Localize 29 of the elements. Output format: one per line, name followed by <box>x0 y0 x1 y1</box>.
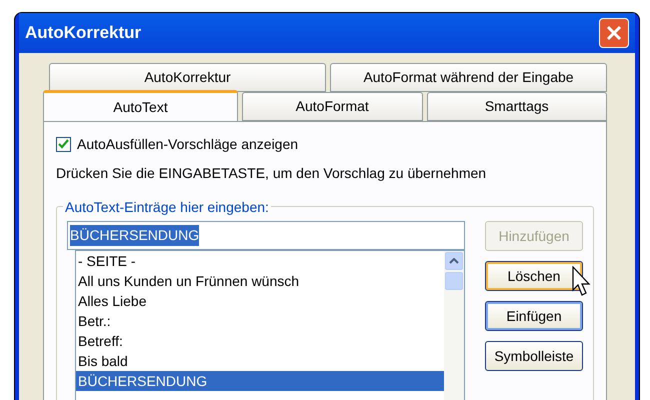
mouse-cursor-icon <box>572 266 592 298</box>
hint-text: Drücken Sie die EINGABETASTE, um den Vorschlag zu übernehmen <box>56 164 488 183</box>
tab[interactable]: AutoKorrektur <box>49 63 326 92</box>
list-item[interactable]: Alles Liebe <box>76 291 444 311</box>
tab[interactable]: AutoText <box>43 90 238 121</box>
list-item[interactable]: Betr.: <box>76 311 444 331</box>
scroll-up-button[interactable] <box>445 252 463 270</box>
tab[interactable]: AutoFormat <box>242 92 422 121</box>
list-item[interactable]: Betreff: <box>76 331 444 351</box>
list-item[interactable]: All uns Kunden un Frünnen wünsch <box>76 271 444 291</box>
action-button[interactable]: Löschen <box>485 261 583 291</box>
close-icon <box>606 25 622 41</box>
chevron-up-icon <box>449 258 459 264</box>
scrollbar[interactable] <box>444 251 464 400</box>
checkbox-label: AutoAusfüllen-Vorschläge anzeigen <box>77 135 298 154</box>
check-icon <box>58 139 69 150</box>
tab[interactable]: Smarttags <box>426 92 607 121</box>
entry-text: BÜCHERSENDUNG <box>70 225 200 246</box>
entry-field[interactable]: BÜCHERSENDUNG <box>67 221 465 250</box>
window-title: AutoKorrektur <box>25 22 142 44</box>
list-item[interactable]: Bis bald <box>76 351 444 371</box>
checkbox[interactable] <box>56 137 71 152</box>
list-item[interactable]: - SEITE - <box>76 251 444 271</box>
tab[interactable]: AutoFormat während der Eingabe <box>330 63 607 92</box>
action-button[interactable]: Einfügen <box>485 301 583 331</box>
close-button[interactable] <box>599 18 629 48</box>
list-item[interactable]: BÜCHERSENDUNG <box>76 371 444 391</box>
action-button[interactable]: Symbolleiste <box>485 341 583 371</box>
scroll-thumb[interactable] <box>445 272 463 290</box>
